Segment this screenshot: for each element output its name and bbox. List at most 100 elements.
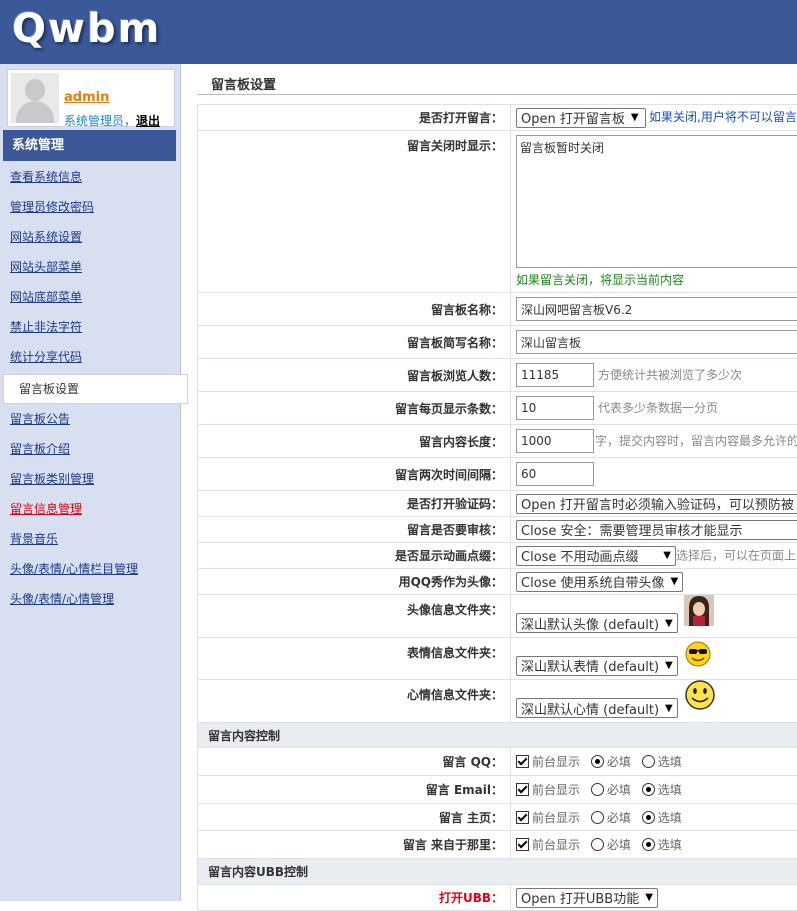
nav-item-face-columns[interactable]: 头像/表情/心情栏目管理 [0, 556, 180, 586]
nav-item-label[interactable]: 留言板类别管理 [10, 472, 94, 486]
animation-select[interactable]: Close 不用动画点缀▼ [516, 546, 676, 566]
nav-item-label[interactable]: 网站底部菜单 [10, 290, 82, 304]
optional-radio[interactable] [642, 811, 655, 824]
per-page-input[interactable]: 10 [516, 396, 594, 420]
nav-item-label[interactable]: 留言板介绍 [10, 442, 70, 456]
nav-item-header-menu[interactable]: 网站头部菜单 [0, 254, 180, 284]
chevron-down-icon: ▼ [645, 892, 653, 903]
optional-label: 选填 [658, 811, 682, 825]
row-open: 是否打开留言： Open 打开留言板▼如果关闭,用户将不可以留言 [198, 105, 797, 131]
optional-radio[interactable] [642, 783, 655, 796]
closed-message-textarea[interactable]: 留言板暂时关闭 [516, 135, 797, 268]
nav-item-share-code[interactable]: 统计分享代码 [0, 344, 180, 374]
nav-item-label[interactable]: 留言信息管理 [10, 502, 82, 516]
nav-item-change-password[interactable]: 管理员修改密码 [0, 194, 180, 224]
nav-item-label[interactable]: 网站头部菜单 [10, 260, 82, 274]
nav-item-label[interactable]: 查看系统信息 [10, 170, 82, 184]
user-panel: admin 系统管理员，退出 [7, 69, 175, 127]
chevron-down-icon: ▼ [665, 618, 673, 629]
avatar-dir-select[interactable]: 深山默认头像 (default)▼ [516, 613, 678, 633]
row-field-homepage: 留言 主页： 前台显示 必填 选填 [198, 804, 797, 831]
ubb-select[interactable]: Open 打开UBB功能 ▼ [516, 888, 658, 908]
optional-radio[interactable] [642, 838, 655, 851]
views-input[interactable]: 11185 [516, 363, 594, 387]
captcha-select[interactable]: Open 打开留言时必须输入验证码，可以预防被 [516, 494, 797, 514]
nav-item-label[interactable]: 网站系统设置 [10, 230, 82, 244]
nav-item-label[interactable]: 统计分享代码 [10, 350, 82, 364]
nav-item-label[interactable]: 留言板公告 [10, 412, 70, 426]
role-separator: ， [124, 114, 136, 128]
review-select[interactable]: Close 安全：需要管理员审核才能显示 [516, 520, 797, 540]
row-emotion-dir: 表情信息文件夹： 深山默认表情 (default)▼ [198, 638, 797, 680]
logout-link[interactable]: 退出 [136, 114, 160, 128]
section-ubb-control: 留言内容UBB控制 [198, 859, 797, 885]
show-checkbox[interactable] [516, 783, 529, 796]
emotion-dir-select[interactable]: 深山默认表情 (default)▼ [516, 656, 678, 676]
avatar [11, 73, 59, 123]
required-radio[interactable] [591, 755, 604, 768]
row-avatar-dir: 头像信息文件夹： 深山默认头像 (default)▼ [198, 595, 797, 638]
field-label: 留言 来自于那里： [198, 831, 511, 859]
field-label: 是否打开验证码： [198, 491, 511, 517]
field-label: 是否打开留言： [198, 105, 511, 131]
show-checkbox[interactable] [516, 838, 529, 851]
required-radio[interactable] [591, 838, 604, 851]
nav-item-illegal-chars[interactable]: 禁止非法字符 [0, 314, 180, 344]
mood-dir-select[interactable]: 深山默认心情 (default)▼ [516, 698, 678, 718]
title-divider [197, 94, 797, 95]
nav-item-face-manage[interactable]: 头像/表情/心情管理 [0, 586, 180, 616]
select-value: 深山默认心情 (default) [521, 699, 659, 718]
board-name-input[interactable]: 深山网吧留言板V6.2 [516, 297, 797, 321]
select-value: Open 打开UBB功能 [521, 888, 639, 907]
field-value: 1000字，提交内容时，留言内容最多允许的 [511, 425, 797, 458]
nav-item-label[interactable]: 头像/表情/心情栏目管理 [10, 562, 138, 576]
required-label: 必填 [607, 755, 631, 769]
interval-input[interactable]: 60 [516, 462, 594, 486]
nav-item-label[interactable]: 背景音乐 [10, 532, 58, 546]
nav-item-footer-menu[interactable]: 网站底部菜单 [0, 284, 180, 314]
nav-item-label[interactable]: 头像/表情/心情管理 [10, 592, 114, 606]
row-captcha: 是否打开验证码： Open 打开留言时必须输入验证码，可以预防被 [198, 491, 797, 517]
field-label: 留言板名称： [198, 293, 511, 326]
chevron-down-icon: ▼ [663, 550, 671, 561]
username-link[interactable]: admin [64, 90, 109, 105]
select-value: Close 使用系统自带头像 [521, 572, 665, 591]
field-value: 11185方便统计共被浏览了多少次 [511, 359, 797, 392]
row-review: 留言是否要审核： Close 安全：需要管理员审核才能显示 [198, 517, 797, 543]
nav-heading: 系统管理 [3, 130, 176, 161]
open-select[interactable]: Open 打开留言板▼ [516, 108, 646, 128]
nav-item-categories[interactable]: 留言板类别管理 [0, 466, 180, 496]
row-field-qq: 留言 QQ： 前台显示 必填 选填 [198, 748, 797, 776]
user-role: 系统管理员，退出 [64, 112, 160, 129]
show-checkbox[interactable] [516, 755, 529, 768]
show-label: 前台显示 [532, 811, 580, 825]
content-length-input[interactable]: 1000 [516, 429, 594, 453]
nav-item-system-info[interactable]: 查看系统信息 [0, 164, 180, 194]
required-radio[interactable] [591, 811, 604, 824]
required-radio[interactable] [591, 783, 604, 796]
nav-item-label[interactable]: 禁止非法字符 [10, 320, 82, 334]
smiley-icon [684, 680, 716, 712]
field-value: Open 打开留言板▼如果关闭,用户将不可以留言 [511, 105, 797, 131]
site-logo: Qwbm [12, 6, 161, 52]
show-checkbox[interactable] [516, 811, 529, 824]
field-value: 10代表多少条数据一分页 [511, 392, 797, 425]
nav-item-music[interactable]: 背景音乐 [0, 526, 180, 556]
field-options: 前台显示 必填 选填 [511, 748, 797, 776]
field-value: 深山默认表情 (default)▼ [511, 638, 797, 680]
nav-item-messages[interactable]: 留言信息管理 [0, 496, 180, 526]
nav-item-announcement[interactable]: 留言板公告 [0, 406, 180, 436]
nav-item-label[interactable]: 管理员修改密码 [10, 200, 94, 214]
short-name-input[interactable]: 深山留言板 [516, 330, 797, 354]
settings-form: 是否打开留言： Open 打开留言板▼如果关闭,用户将不可以留言 留言关闭时显示… [197, 104, 797, 911]
required-label: 必填 [607, 783, 631, 797]
field-label: 打开UBB： [198, 885, 511, 911]
optional-radio[interactable] [642, 755, 655, 768]
select-value: 深山默认表情 (default) [521, 656, 659, 675]
nav-item-intro[interactable]: 留言板介绍 [0, 436, 180, 466]
field-label: 留言板简写名称： [198, 326, 511, 359]
optional-label: 选填 [658, 755, 682, 769]
nav-item-site-settings[interactable]: 网站系统设置 [0, 224, 180, 254]
qq-avatar-select[interactable]: Close 使用系统自带头像▼ [516, 572, 683, 592]
nav-item-guestbook-settings[interactable]: 留言板设置 [3, 374, 188, 404]
